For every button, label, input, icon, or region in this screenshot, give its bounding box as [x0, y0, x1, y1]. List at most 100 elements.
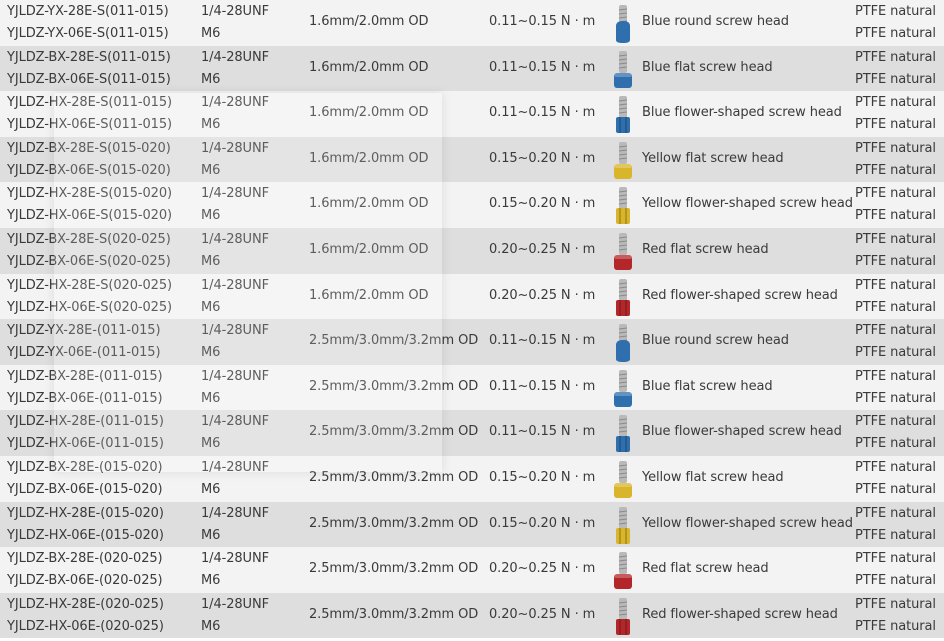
torque-range: 0.11~0.15 N · m	[489, 105, 596, 121]
table-row: YJLDZ-HX-28E-S(020-025) YJLDZ-HX-06E-S(02…	[0, 273, 944, 320]
table-row: YJLDZ-YX-28E-(011-015) YJLDZ-YX-06E-(011-…	[0, 319, 944, 365]
material: PTFE natural	[855, 208, 936, 224]
screw-head-description: Red flat screw head	[642, 561, 769, 577]
yellow-flat-screw-head-icon	[612, 139, 634, 181]
table-row: YJLDZ-YX-28E-S(011-015) YJLDZ-YX-06E-S(01…	[0, 0, 944, 46]
screw-head-description: Red flat screw head	[642, 241, 769, 257]
thread-spec: 1/4-28UNF	[201, 140, 269, 156]
material: PTFE natural	[855, 299, 936, 315]
red-flat-screw-head-icon	[612, 230, 634, 272]
material: PTFE natural	[855, 323, 936, 339]
material: PTFE natural	[855, 618, 936, 634]
model-number: YJLDZ-BX-28E-(015-020)	[7, 459, 163, 475]
thread-spec: M6	[201, 117, 221, 133]
table-row: YJLDZ-HX-28E-S(015-020) YJLDZ-HX-06E-S(01…	[0, 182, 944, 228]
model-number: YJLDZ-HX-06E-S(020-025)	[7, 299, 172, 315]
model-number: YJLDZ-HX-28E-S(020-025)	[7, 277, 172, 293]
tube-od: 2.5mm/3.0mm/3.2mm OD	[309, 561, 479, 577]
blue-flat-screw-head-icon	[612, 48, 634, 90]
material: PTFE natural	[855, 117, 936, 133]
torque-range: 0.11~0.15 N · m	[489, 333, 596, 349]
table-row: YJLDZ-BX-28E-(011-015) YJLDZ-BX-06E-(011-…	[0, 364, 944, 411]
model-number: YJLDZ-BX-06E-S(015-020)	[7, 162, 171, 178]
screw-head-description: Yellow flat screw head	[642, 469, 784, 485]
blue-flower-screw-head-icon	[612, 412, 634, 454]
torque-range: 0.20~0.25 N · m	[489, 606, 596, 622]
material: PTFE natural	[855, 390, 936, 406]
tube-od: 1.6mm/2.0mm OD	[309, 105, 429, 121]
thread-spec: M6	[201, 71, 221, 87]
thread-spec: 1/4-28UNF	[201, 505, 269, 521]
thread-spec: 1/4-28UNF	[201, 551, 269, 567]
thread-spec: 1/4-28UNF	[201, 596, 269, 612]
table-row: YJLDZ-HX-28E-(015-020) YJLDZ-HX-06E-(015-…	[0, 501, 944, 548]
tube-od: 2.5mm/3.0mm/3.2mm OD	[309, 424, 479, 440]
model-number: YJLDZ-HX-28E-(020-025)	[7, 596, 164, 612]
material: PTFE natural	[855, 26, 936, 41]
table-row: YJLDZ-HX-28E-(011-015) YJLDZ-HX-06E-(011-…	[0, 410, 944, 456]
model-number: YJLDZ-HX-06E-(020-025)	[7, 618, 164, 634]
material: PTFE natural	[855, 527, 936, 543]
tube-od: 1.6mm/2.0mm OD	[309, 241, 429, 257]
material: PTFE natural	[855, 596, 936, 612]
screw-head-description: Blue flower-shaped screw head	[642, 424, 842, 440]
torque-range: 0.20~0.25 N · m	[489, 241, 596, 257]
thread-spec: 1/4-28UNF	[201, 323, 269, 339]
torque-range: 0.15~0.20 N · m	[489, 196, 596, 212]
tube-od: 1.6mm/2.0mm OD	[309, 59, 429, 75]
thread-spec: 1/4-28UNF	[201, 277, 269, 293]
thread-spec: 1/4-28UNF	[201, 4, 269, 19]
torque-range: 0.15~0.20 N · m	[489, 469, 596, 485]
model-number: YJLDZ-HX-28E-(015-020)	[7, 505, 164, 521]
model-number: YJLDZ-HX-28E-S(011-015)	[7, 95, 172, 111]
model-number: YJLDZ-BX-06E-(011-015)	[7, 390, 163, 406]
screw-head-description: Blue round screw head	[642, 333, 789, 349]
table-row: YJLDZ-BX-28E-S(020-025) YJLDZ-BX-06E-S(02…	[0, 227, 944, 274]
blue-round-screw-head-icon	[612, 321, 634, 363]
tube-od: 2.5mm/3.0mm/3.2mm OD	[309, 469, 479, 485]
red-flower-screw-head-icon	[612, 595, 634, 637]
model-number: YJLDZ-YX-06E-S(011-015)	[7, 26, 169, 41]
material: PTFE natural	[855, 436, 936, 452]
yellow-flat-screw-head-icon	[612, 458, 634, 500]
thread-spec: 1/4-28UNF	[201, 414, 269, 430]
model-number: YJLDZ-BX-06E-(015-020)	[7, 481, 163, 497]
model-number: YJLDZ-BX-28E-(011-015)	[7, 368, 163, 384]
model-number: YJLDZ-HX-06E-S(015-020)	[7, 208, 172, 224]
thread-spec: 1/4-28UNF	[201, 95, 269, 111]
thread-spec: 1/4-28UNF	[201, 186, 269, 202]
tube-od: 2.5mm/3.0mm/3.2mm OD	[309, 606, 479, 622]
torque-range: 0.20~0.25 N · m	[489, 287, 596, 303]
tube-od: 2.5mm/3.0mm/3.2mm OD	[309, 515, 479, 531]
tube-od: 1.6mm/2.0mm OD	[309, 287, 429, 303]
model-number: YJLDZ-BX-28E-S(015-020)	[7, 140, 171, 156]
material: PTFE natural	[855, 231, 936, 247]
blue-flat-screw-head-icon	[612, 367, 634, 409]
material: PTFE natural	[855, 277, 936, 293]
model-number: YJLDZ-YX-28E-(011-015)	[7, 323, 161, 339]
thread-spec: M6	[201, 481, 221, 497]
thread-spec: 1/4-28UNF	[201, 368, 269, 384]
material: PTFE natural	[855, 551, 936, 567]
model-number: YJLDZ-BX-28E-S(020-025)	[7, 231, 171, 247]
thread-spec: M6	[201, 208, 221, 224]
torque-range: 0.20~0.25 N · m	[489, 561, 596, 577]
thread-spec: M6	[201, 527, 221, 543]
material: PTFE natural	[855, 459, 936, 475]
material: PTFE natural	[855, 505, 936, 521]
torque-range: 0.11~0.15 N · m	[489, 59, 596, 75]
model-number: YJLDZ-HX-28E-(011-015)	[7, 414, 164, 430]
material: PTFE natural	[855, 345, 936, 361]
thread-spec: M6	[201, 26, 221, 41]
yellow-flower-screw-head-icon	[612, 504, 634, 546]
red-flat-screw-head-icon	[612, 549, 634, 591]
material: PTFE natural	[855, 162, 936, 178]
model-number: YJLDZ-BX-06E-S(011-015)	[7, 71, 171, 87]
model-number: YJLDZ-HX-06E-S(011-015)	[7, 117, 172, 133]
material: PTFE natural	[855, 414, 936, 430]
model-number: YJLDZ-HX-06E-(015-020)	[7, 527, 164, 543]
material: PTFE natural	[855, 186, 936, 202]
model-number: YJLDZ-BX-06E-S(020-025)	[7, 253, 171, 269]
material: PTFE natural	[855, 71, 936, 87]
material: PTFE natural	[855, 481, 936, 497]
